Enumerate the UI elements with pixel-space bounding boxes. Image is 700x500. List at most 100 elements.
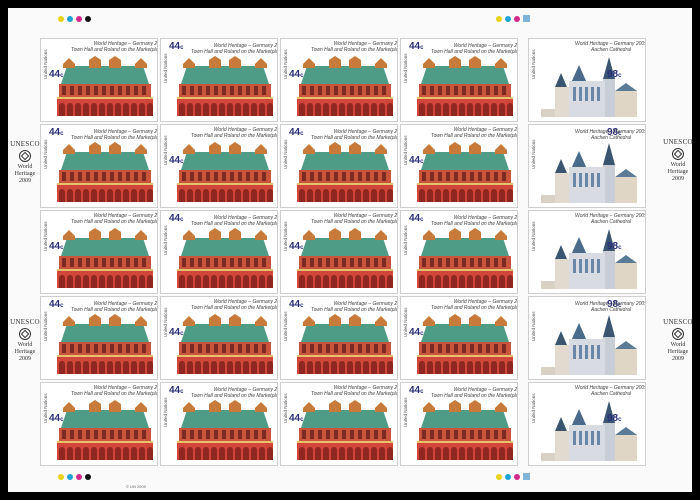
- stamp-denomination: 44c: [49, 127, 64, 138]
- stamp-country: United Nations: [531, 393, 536, 423]
- register-dot: [67, 16, 73, 22]
- stamp-country: United Nations: [531, 221, 536, 251]
- margin-label-left-1: UNESCO World Heritage 2009: [10, 140, 40, 185]
- stamp-country: United Nations: [43, 49, 48, 79]
- unesco-emblem-icon: [672, 328, 684, 340]
- stamp-caption: World Heritage – Germany 2009Town Hall a…: [311, 213, 398, 225]
- stamp-denomination: 44c: [49, 413, 64, 424]
- stamp-denomination: 44c: [49, 299, 64, 310]
- town-hall-illustration: [57, 228, 153, 288]
- stamp-caption: World Heritage – Germany 2009Town Hall a…: [431, 215, 518, 227]
- margin-label-unesco: UNESCO: [10, 318, 40, 326]
- town-hall-illustration: [417, 142, 513, 202]
- town-hall-illustration: [177, 314, 273, 374]
- stamp-caption: World Heritage – Germany 2009Town Hall a…: [311, 129, 398, 141]
- stamp-denomination: 44c: [409, 213, 424, 224]
- stamp-bremen-town-hall: United Nations 44c World Heritage – German…: [280, 124, 398, 208]
- stamp-denomination: 44c: [169, 385, 184, 396]
- stamp-aachen-cathedral: United Nations 98c World Heritage – German…: [528, 210, 646, 294]
- stamp-denomination: 98c: [607, 69, 622, 80]
- town-hall-illustration: [417, 400, 513, 460]
- register-dot: [76, 16, 82, 22]
- stamp-bremen-town-hall: United Nations 44c World Heritage – German…: [400, 296, 518, 380]
- stamp-caption: World Heritage – Germany 2009Town Hall a…: [71, 129, 158, 141]
- town-hall-illustration: [297, 142, 393, 202]
- stamp-country: United Nations: [43, 221, 48, 251]
- stamp-caption: World Heritage – Germany 2009Town Hall a…: [431, 127, 518, 139]
- stamp-country: United Nations: [43, 311, 48, 341]
- stamp-caption: World Heritage – Germany 2009 Aachen Cath…: [575, 385, 646, 397]
- stamp-bremen-town-hall: United Nations 44c World Heritage – German…: [160, 124, 278, 208]
- stamp-bremen-town-hall: United Nations 44c World Heritage – German…: [160, 382, 278, 466]
- stamp-denomination: 44c: [289, 413, 304, 424]
- stamp-caption: World Heritage – Germany 2009Town Hall a…: [71, 41, 158, 53]
- stamp-bremen-town-hall: United Nations 44c World Heritage – German…: [40, 296, 158, 380]
- register-dot: [85, 16, 91, 22]
- register-dot: [67, 474, 73, 480]
- stamp-bremen-town-hall: United Nations 44c World Heritage – German…: [280, 210, 398, 294]
- stamp-caption: World Heritage – Germany 2009Town Hall a…: [191, 387, 278, 399]
- town-hall-illustration: [57, 400, 153, 460]
- stamp-bremen-town-hall: United Nations 44c World Heritage – German…: [40, 38, 158, 122]
- register-dot: [514, 16, 520, 22]
- stamp-bremen-town-hall: United Nations 44c World Heritage – German…: [280, 382, 398, 466]
- stamp-bremen-town-hall: United Nations 44c World Heritage – German…: [40, 382, 158, 466]
- margin-label-world: World: [17, 164, 33, 170]
- stamp-country: United Nations: [163, 397, 168, 427]
- stamp-sheet: United Nations 44c World Heritage – German…: [8, 8, 693, 492]
- margin-label-right-1: UNESCO World Heritage 2009: [663, 138, 693, 183]
- margin-label-right-2: UNESCO World Heritage 2009: [663, 318, 693, 363]
- stamp-country: United Nations: [403, 397, 408, 427]
- stamp-bremen-town-hall: United Nations 44c World Heritage – German…: [280, 38, 398, 122]
- margin-label-year: 2009: [672, 356, 684, 362]
- stamp-caption: World Heritage – Germany 2009Town Hall a…: [71, 213, 158, 225]
- stamp-denomination: 44c: [169, 41, 184, 52]
- stamp-caption: World Heritage – Germany 2009Town Hall a…: [311, 301, 398, 313]
- cathedral-illustration: [541, 401, 637, 461]
- stamp-caption: World Heritage – Germany 2009Town Hall a…: [191, 127, 278, 139]
- stamp-caption: World Heritage – Germany 2009Town Hall a…: [71, 301, 158, 313]
- stamp-denomination: 44c: [169, 213, 184, 224]
- stamp-bremen-town-hall: United Nations 44c World Heritage – German…: [400, 382, 518, 466]
- stamp-denomination: 44c: [289, 127, 304, 138]
- stamp-caption: World Heritage – Germany 2009Town Hall a…: [191, 43, 278, 55]
- stamp-caption: World Heritage – Germany 2009Town Hall a…: [431, 299, 518, 311]
- stamp-aachen-cathedral: United Nations 98c World Heritage – German…: [528, 38, 646, 122]
- town-hall-illustration: [297, 56, 393, 116]
- stamp-bremen-town-hall: United Nations 44c World Heritage – German…: [280, 296, 398, 380]
- register-dot: [76, 474, 82, 480]
- unesco-emblem-icon: [672, 148, 684, 160]
- stamp-country: United Nations: [531, 139, 536, 169]
- town-hall-illustration: [417, 56, 513, 116]
- town-hall-illustration: [177, 228, 273, 288]
- stamp-denomination: 44c: [289, 69, 304, 80]
- stamp-denomination: 44c: [409, 155, 424, 166]
- town-hall-illustration: [297, 400, 393, 460]
- stamp-denomination: 44c: [409, 41, 424, 52]
- stamp-aachen-cathedral: United Nations 98c World Heritage – German…: [528, 382, 646, 466]
- margin-label-year: 2009: [19, 356, 31, 362]
- stamp-country: United Nations: [403, 53, 408, 83]
- margin-label-world: World: [670, 162, 686, 168]
- stamp-denomination: 44c: [409, 385, 424, 396]
- stamp-country: United Nations: [283, 139, 288, 169]
- stamp-caption: World Heritage – Germany 2009 Aachen Cath…: [575, 129, 646, 141]
- stamp-caption: World Heritage – Germany 2009Town Hall a…: [431, 387, 518, 399]
- stamp-country: United Nations: [163, 307, 168, 337]
- cathedral-illustration: [541, 57, 637, 117]
- stamp-denomination: 98c: [607, 241, 622, 252]
- town-hall-illustration: [177, 142, 273, 202]
- stamp-aachen-cathedral: United Nations 98c World Heritage – German…: [528, 124, 646, 208]
- stamp-denomination: 44c: [49, 69, 64, 80]
- stamp-denomination: 44c: [289, 299, 304, 310]
- margin-label-year: 2009: [672, 176, 684, 182]
- margin-label-unesco: UNESCO: [10, 140, 40, 148]
- stamp-caption: World Heritage – Germany 2009Town Hall a…: [311, 385, 398, 397]
- stamp-denomination: 44c: [289, 241, 304, 252]
- unesco-emblem-icon: [19, 150, 31, 162]
- stamp-caption: World Heritage – Germany 2009 Aachen Cath…: [575, 213, 646, 225]
- town-hall-illustration: [417, 314, 513, 374]
- stamp-country: United Nations: [403, 135, 408, 165]
- stamp-caption: World Heritage – Germany 2009 Aachen Cath…: [575, 301, 646, 313]
- margin-label-left-2: UNESCO World Heritage 2009: [10, 318, 40, 363]
